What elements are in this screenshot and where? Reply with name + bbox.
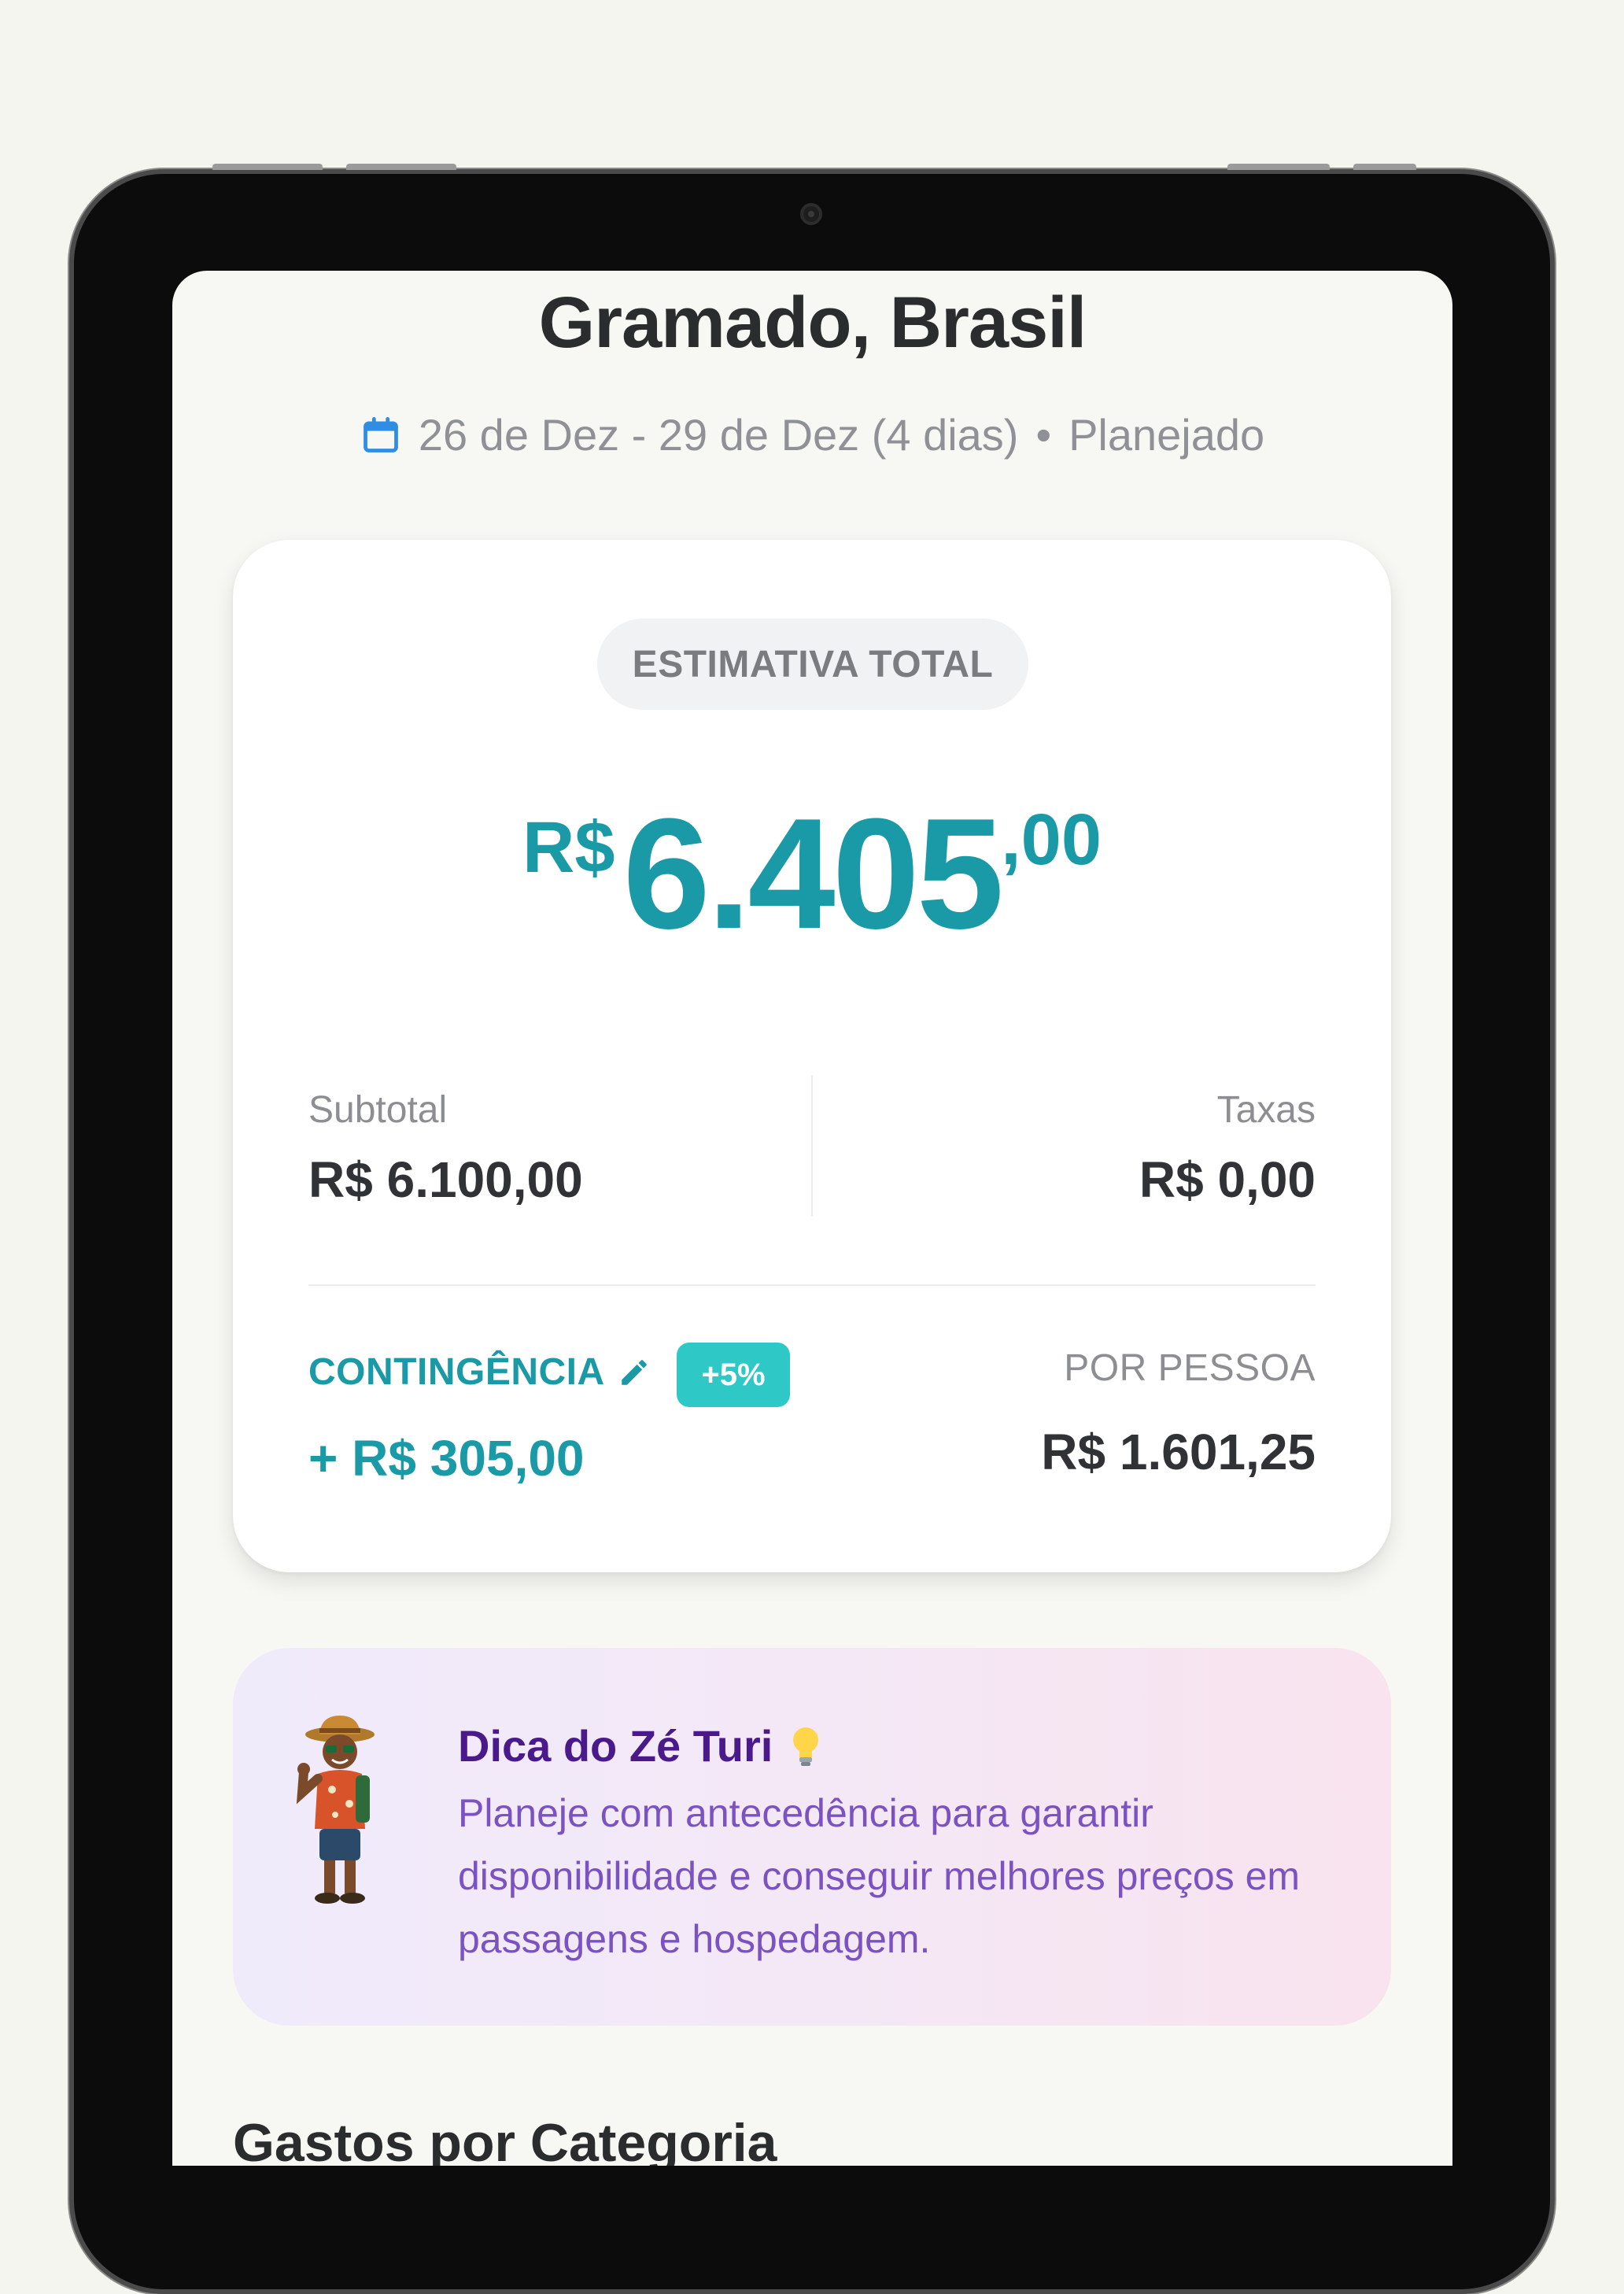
tip-text: Planeje com antecedência para garantir d… [458, 1791, 1301, 1961]
pencil-icon[interactable] [618, 1356, 651, 1389]
horizontal-divider [308, 1284, 1316, 1286]
device-button-top-right [1353, 164, 1416, 170]
camera-icon [800, 203, 822, 225]
page-title: Gramado, Brasil [538, 283, 1087, 363]
app-screen: Gramado, Brasil 26 de Dez - 29 de Dez (4… [172, 271, 1452, 2166]
trip-dates: 26 de Dez - 29 de Dez (4 dias) [418, 410, 1019, 460]
per-person-label: POR PESSOA [1064, 1347, 1316, 1389]
contingency-label: CONTINGÊNCIA [308, 1351, 605, 1393]
tip-title-row: Dica do Zé Turi [458, 1720, 823, 1771]
device-button-volume-up [212, 164, 323, 170]
taxes-value: R$ 0,00 [1139, 1151, 1316, 1208]
dot-separator: • [1035, 410, 1052, 460]
total-estimate-card: ESTIMATIVA TOTAL R$6.405,00 Subtotal R$ … [233, 540, 1391, 1572]
contingency-edit-button[interactable]: CONTINGÊNCIA [308, 1350, 651, 1394]
device-button-volume-down [346, 164, 456, 170]
total-amount-cents: ,00 [1001, 800, 1102, 880]
total-currency: R$ [522, 807, 615, 888]
total-amount-main: 6.405 [622, 786, 1004, 962]
trip-dates-row: 26 de Dez - 29 de Dez (4 dias) • Planeja… [172, 409, 1452, 460]
lightbulb-icon [793, 1727, 819, 1766]
calendar-icon [363, 416, 398, 453]
device-button-power [1227, 164, 1330, 170]
subtotal-value: R$ 6.100,00 [308, 1151, 583, 1208]
total-estimate-chip: ESTIMATIVA TOTAL [597, 619, 1028, 710]
trip-status: Planejado [1069, 410, 1265, 460]
tip-card: Dica do Zé Turi Planeje com antecedência… [233, 1648, 1391, 2026]
section-title-categories: Gastos por Categoria [233, 2113, 777, 2166]
contingency-percent-badge[interactable]: +5% [677, 1343, 790, 1407]
tip-title: Dica do Zé Turi [458, 1721, 773, 1771]
contingency-value: + R$ 305,00 [308, 1430, 585, 1487]
total-amount: R$6.405,00 [233, 796, 1391, 953]
vertical-divider [811, 1075, 813, 1217]
ze-turi-mascot-icon [296, 1716, 375, 1904]
per-person-value: R$ 1.601,25 [1041, 1424, 1316, 1480]
subtotal-label: Subtotal [308, 1089, 448, 1131]
taxes-label: Taxas [1216, 1089, 1316, 1131]
